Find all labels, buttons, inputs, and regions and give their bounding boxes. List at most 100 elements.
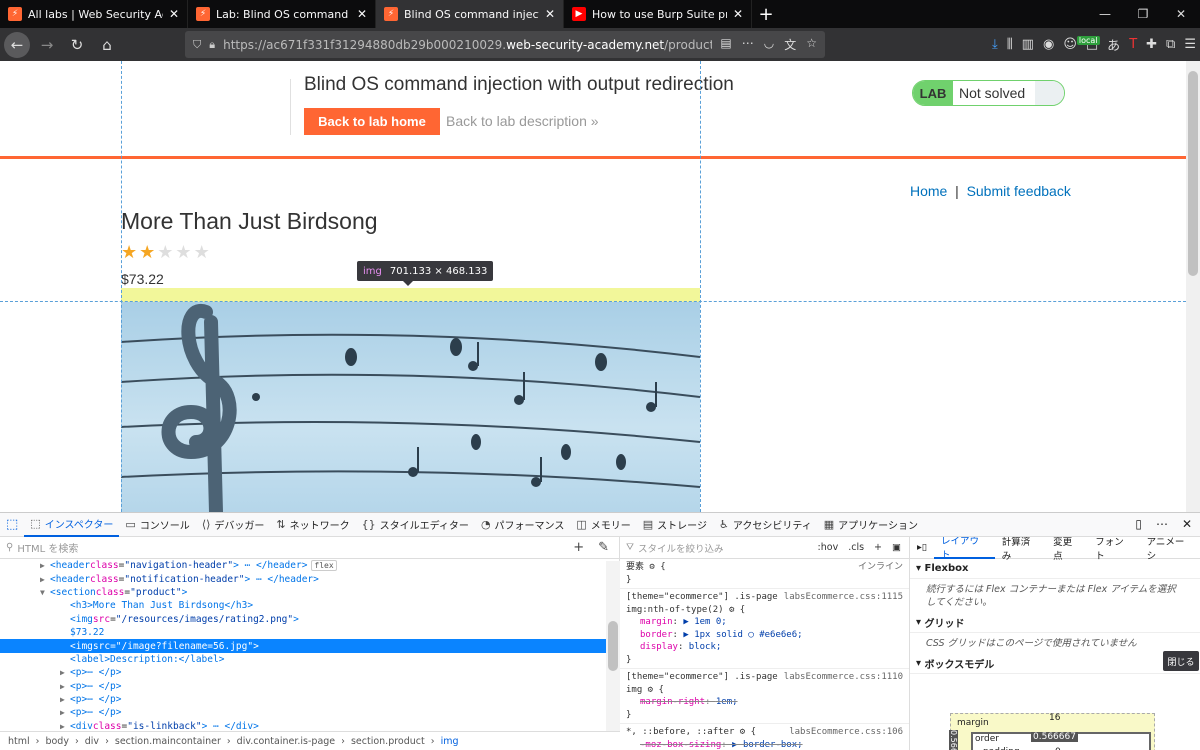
- menu-icon[interactable]: ☰: [1184, 37, 1196, 52]
- devtools-tab-1[interactable]: ⬚ インスペクター: [24, 513, 120, 537]
- extension-puzzle-icon[interactable]: ⧉: [1166, 37, 1175, 52]
- css-tool-1[interactable]: :hov: [818, 542, 839, 553]
- flex-badge[interactable]: flex: [311, 560, 337, 572]
- browser-tab-4[interactable]: ▶ How to use Burp Suite projects ✕: [564, 0, 752, 28]
- breadcrumb-item[interactable]: div: [85, 736, 99, 747]
- dom-node[interactable]: ▶ <p> ⋯ </p>: [0, 693, 619, 706]
- dom-node[interactable]: ▶ <header class = "notification-header" > ⋯ …: [0, 572, 619, 585]
- minimize-button[interactable]: —: [1086, 0, 1124, 28]
- expand-triangle-icon[interactable]: ▶: [60, 682, 70, 691]
- pocket-icon[interactable]: ◡: [764, 36, 774, 53]
- shield-icon[interactable]: ⛉: [193, 38, 201, 52]
- devtools-tab-10[interactable]: ▦ アプリケーション: [818, 513, 924, 537]
- forward-button[interactable]: →: [34, 32, 60, 58]
- css-declaration[interactable]: margin-right: 1em;: [626, 696, 903, 709]
- tab-close-icon[interactable]: ✕: [357, 7, 367, 21]
- breadcrumb-item[interactable]: section.maincontainer: [115, 736, 221, 747]
- dom-node[interactable]: ▼ <section class = "product" >: [0, 586, 619, 599]
- extension-local-icon[interactable]: ☺ local: [1063, 36, 1100, 52]
- tab-close-icon[interactable]: ✕: [733, 7, 743, 21]
- bookmark-star-icon[interactable]: ☆: [806, 36, 817, 53]
- rule-source-link[interactable]: labsEcommerce.css:106: [789, 726, 903, 739]
- rule-source-link[interactable]: labsEcommerce.css:1115: [784, 591, 903, 604]
- download-icon[interactable]: ⤓: [992, 37, 998, 52]
- breadcrumb-item[interactable]: html: [8, 736, 30, 747]
- css-declaration[interactable]: display: block;: [626, 641, 903, 654]
- grid-section-header[interactable]: ▾ グリッド: [910, 613, 1200, 633]
- dom-node[interactable]: ▶ <p> ⋯ </p>: [0, 680, 619, 693]
- add-node-icon[interactable]: +: [573, 540, 584, 555]
- extension-t-icon[interactable]: T: [1129, 37, 1137, 52]
- reader-view-icon[interactable]: ▤: [720, 36, 731, 53]
- devtools-tab-9[interactable]: ♿ アクセシビリティ: [713, 513, 818, 537]
- reload-button[interactable]: ↻: [64, 32, 90, 58]
- submit-feedback-link[interactable]: Submit feedback: [967, 183, 1071, 199]
- box-model-section-header[interactable]: ▾ ボックスモデル: [910, 654, 1200, 674]
- html-search[interactable]: ⚲ HTML を検索 + ✎: [0, 537, 619, 559]
- layout-tab-2[interactable]: 計算済み: [995, 537, 1046, 562]
- extensions-grid-icon[interactable]: ✚: [1146, 37, 1157, 52]
- breadcrumb-item[interactable]: div.container.is-page: [237, 736, 335, 747]
- css-declaration[interactable]: border: ▶ 1px solid ◯ #e6e6e6;: [626, 629, 903, 642]
- layout-tab-5[interactable]: アニメーシ: [1140, 537, 1200, 562]
- css-filter[interactable]: ⛛ スタイルを絞り込み :hov .cls + ▣: [620, 537, 909, 559]
- home-link[interactable]: Home: [910, 183, 947, 199]
- expand-triangle-icon[interactable]: ▶: [60, 695, 70, 704]
- breadcrumb-item[interactable]: section.product: [351, 736, 425, 747]
- css-tool-2[interactable]: .cls: [848, 542, 864, 553]
- account-icon[interactable]: ◉: [1043, 37, 1054, 52]
- sidebar-icon[interactable]: ▥: [1022, 37, 1034, 52]
- page-scrollbar-thumb[interactable]: [1188, 71, 1198, 276]
- library-icon[interactable]: ⫼: [1007, 37, 1013, 52]
- close-window-button[interactable]: ✕: [1162, 0, 1200, 28]
- devtools-tab-6[interactable]: ◔ パフォーマンス: [475, 513, 570, 537]
- devtools-tab-5[interactable]: {} スタイルエディター: [356, 513, 475, 537]
- flexbox-section-header[interactable]: ▾ Flexbox: [910, 559, 1200, 579]
- rule-source-link[interactable]: インライン: [858, 561, 903, 574]
- layout-tab-1[interactable]: レイアウト: [934, 537, 995, 561]
- eyedropper-icon[interactable]: ✎: [598, 540, 609, 555]
- expand-triangle-icon[interactable]: ▶: [60, 722, 70, 731]
- sidebar-toggle-icon[interactable]: ▸▯: [910, 537, 934, 559]
- dom-tree-scrollbar-thumb[interactable]: [608, 621, 618, 671]
- dock-icon[interactable]: ▯: [1135, 517, 1142, 531]
- expand-triangle-icon[interactable]: ▶: [40, 561, 50, 570]
- devtools-more-icon[interactable]: ⋯: [1156, 517, 1168, 531]
- dom-node[interactable]: ▶ <p> ⋯ </p>: [0, 666, 619, 679]
- tab-close-icon[interactable]: ✕: [545, 7, 555, 21]
- page-scrollbar[interactable]: [1186, 61, 1200, 512]
- back-to-lab-description-link[interactable]: Back to lab description »: [446, 113, 599, 129]
- tab-close-icon[interactable]: ✕: [169, 7, 179, 21]
- dom-node[interactable]: $73.22: [0, 626, 619, 639]
- more-actions-icon[interactable]: ⋯: [742, 36, 754, 53]
- url-bar[interactable]: ⛉ 🔒︎ https://ac671f331f31294880db29b0002…: [185, 31, 825, 58]
- devtools-close-icon[interactable]: ✕: [1182, 517, 1192, 531]
- devtools-tab-7[interactable]: ◫ メモリー: [570, 513, 636, 537]
- back-button[interactable]: ←: [4, 31, 30, 58]
- extension-lang-icon[interactable]: あ: [1107, 35, 1120, 54]
- box-margin-top[interactable]: 16: [1049, 713, 1060, 723]
- lock-icon[interactable]: 🔒︎: [209, 38, 215, 52]
- css-declaration[interactable]: margin: ▶ 1em 0;: [626, 616, 903, 629]
- devtools-tab-4[interactable]: ⇅ ネットワーク: [270, 513, 355, 537]
- devtools-tab-8[interactable]: ▤ ストレージ: [637, 513, 713, 537]
- add-rule-icon[interactable]: +: [874, 542, 882, 553]
- expand-triangle-icon[interactable]: ▶: [40, 575, 50, 584]
- breadcrumb-item[interactable]: img: [441, 736, 459, 747]
- dom-tree-scrollbar[interactable]: [606, 561, 620, 731]
- element-picker-icon[interactable]: ⬚: [0, 513, 24, 537]
- devtools-tab-3[interactable]: ⟨⟩ デバッガー: [196, 513, 271, 537]
- dom-node[interactable]: ▶ <p> ⋯ </p>: [0, 706, 619, 719]
- layout-tab-4[interactable]: フォント: [1088, 537, 1139, 562]
- css-declaration[interactable]: -moz-box-sizing: ▶ border-box;: [626, 739, 903, 750]
- layout-tab-3[interactable]: 変更点: [1046, 537, 1088, 562]
- rule-source-link[interactable]: labsEcommerce.css:1110: [784, 671, 903, 684]
- expand-triangle-icon[interactable]: ▶: [60, 708, 70, 717]
- breadcrumb-item[interactable]: body: [45, 736, 69, 747]
- print-media-icon[interactable]: ▣: [892, 542, 901, 553]
- url-text[interactable]: https://ac671f331f31294880db29b000210029…: [223, 38, 712, 52]
- browser-tab-1[interactable]: ⚡ All labs | Web Security Academ ✕: [0, 0, 188, 28]
- dom-node[interactable]: <h3> More Than Just Birdsong</h3>: [0, 599, 619, 612]
- restore-button[interactable]: ❐: [1124, 0, 1162, 28]
- browser-tab-3[interactable]: ⚡ Blind OS command injection w ✕: [376, 0, 564, 28]
